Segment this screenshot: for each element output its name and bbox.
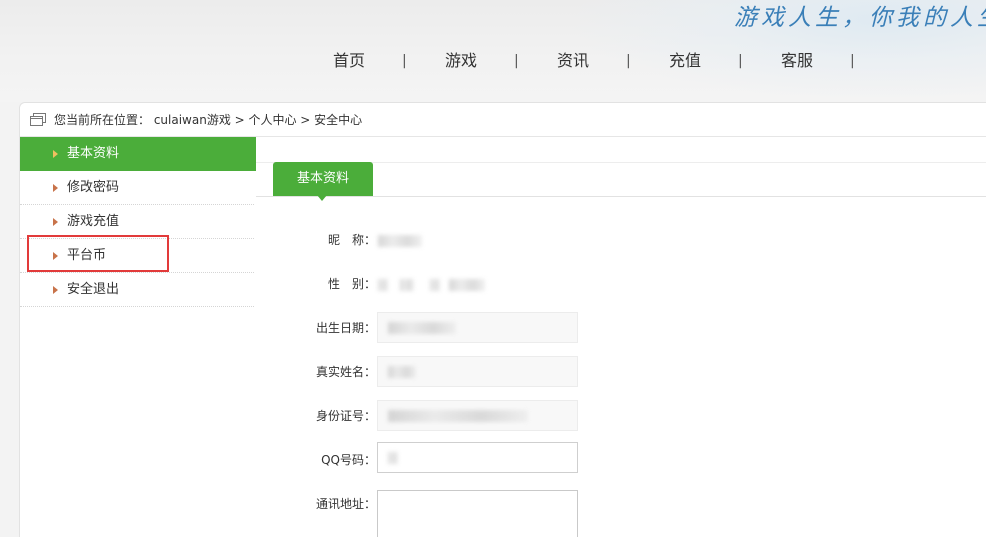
blurred-value: [388, 322, 456, 334]
nickname-value: [378, 230, 422, 250]
realname-field[interactable]: [377, 356, 578, 387]
nav-separator: |: [402, 53, 407, 69]
sidebar-item-basic-info[interactable]: 基本资料: [20, 137, 270, 171]
idcard-label: 身份证号：: [315, 409, 376, 423]
main-nav: 首页 | 游戏 | 资讯 | 充值 | 客服 |: [0, 50, 986, 72]
caret-right-icon: [53, 286, 58, 294]
nav-separator: |: [738, 53, 743, 69]
blurred-value: [388, 366, 416, 378]
tab-label: 基本资料: [296, 171, 349, 186]
tab-notch: [317, 195, 327, 201]
blurred-value: [388, 410, 528, 422]
birthday-label: 出生日期：: [315, 321, 376, 335]
nav-games[interactable]: 游戏: [431, 50, 491, 72]
sidebar-item-label: 游戏充值: [67, 214, 120, 229]
nav-separator: |: [626, 53, 631, 69]
nav-service[interactable]: 客服: [767, 50, 827, 72]
breadcrumb: 您当前所在位置： culaiwan游戏 > 个人中心 > 安全中心: [20, 103, 986, 137]
realname-label: 真实姓名：: [315, 365, 376, 379]
nickname-label: 昵 称：: [327, 233, 376, 247]
radio-male-label: [399, 278, 414, 291]
radio-female-label: [449, 278, 486, 291]
gender-options[interactable]: [378, 274, 486, 294]
caret-right-icon: [53, 184, 58, 192]
gender-label: 性 别：: [327, 277, 376, 291]
breadcrumb-text: 您当前所在位置： culaiwan游戏 > 个人中心 > 安全中心: [54, 113, 363, 127]
nav-separator: |: [850, 53, 855, 69]
address-textarea[interactable]: [377, 490, 578, 537]
sidebar-item-label: 修改密码: [67, 180, 120, 195]
sidebar-item-logout[interactable]: 安全退出: [20, 273, 254, 307]
blurred-value: [388, 452, 398, 464]
caret-right-icon: [53, 218, 58, 226]
highlight-annotation: [27, 235, 169, 272]
sidebar-item-game-recharge[interactable]: 游戏充值: [20, 205, 254, 239]
site-slogan: 游戏人生，你我的人生: [734, 5, 986, 31]
idcard-field[interactable]: [377, 400, 578, 431]
site-header: 游戏人生，你我的人生 首页 | 游戏 | 资讯 | 充值 | 客服 |: [0, 0, 986, 102]
nav-recharge[interactable]: 充值: [655, 50, 715, 72]
nav-news[interactable]: 资讯: [543, 50, 603, 72]
window-icon: [30, 113, 46, 126]
qq-label: QQ号码：: [321, 453, 376, 467]
nav-separator: |: [514, 53, 519, 69]
sidebar-item-label: 安全退出: [67, 282, 120, 297]
radio-male[interactable]: [378, 278, 388, 291]
qq-field[interactable]: [377, 442, 578, 473]
radio-female[interactable]: [429, 278, 440, 291]
address-label: 通讯地址：: [315, 497, 376, 511]
sidebar-item-change-password[interactable]: 修改密码: [20, 171, 254, 205]
nav-home[interactable]: 首页: [319, 50, 379, 72]
sidebar-item-label: 基本资料: [67, 146, 120, 161]
caret-right-icon: [53, 150, 58, 158]
sidebar: 基本资料 修改密码 游戏充值 平台币 安全退出: [20, 137, 270, 537]
birthday-field[interactable]: [377, 312, 578, 343]
blurred-value: [378, 234, 422, 247]
tab-basic-info[interactable]: 基本资料: [273, 162, 373, 201]
